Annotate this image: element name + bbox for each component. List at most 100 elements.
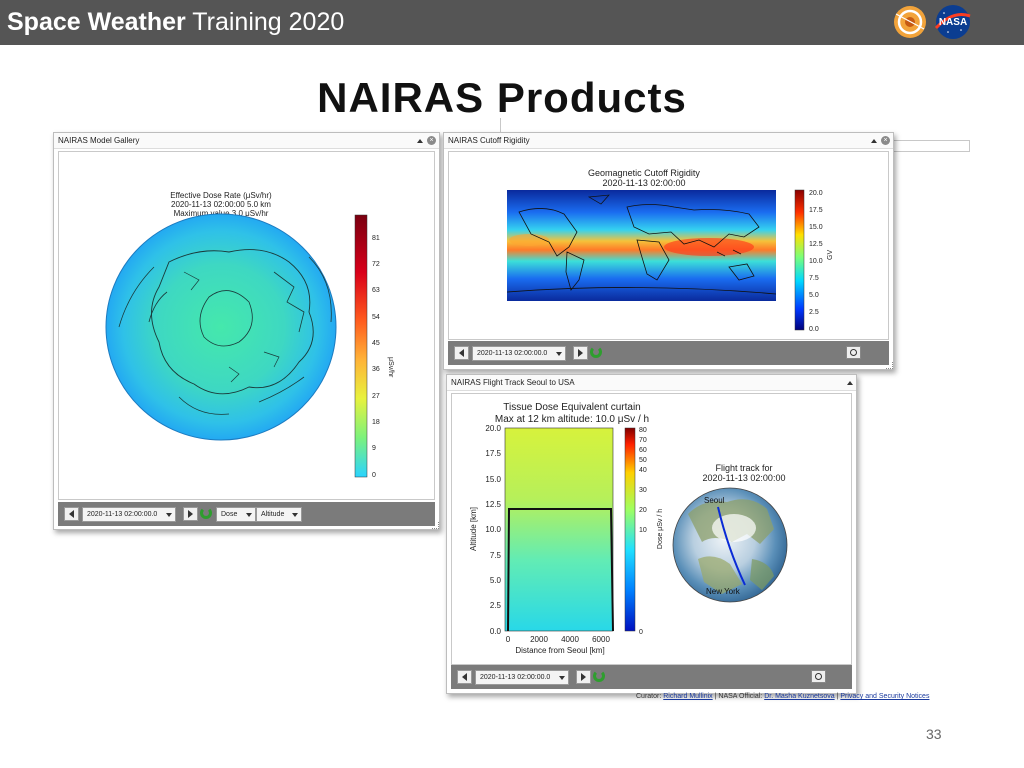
camera-icon[interactable] — [811, 670, 826, 683]
colorbar-tick-label: 9 — [372, 445, 376, 452]
refresh-icon[interactable] — [593, 670, 605, 682]
plot-title-line: Max at 12 km altitude: 10.0 μSv / h — [495, 414, 649, 425]
colorbar-tick-label: 7.5 — [809, 275, 819, 282]
resize-handle[interactable] — [886, 362, 893, 369]
background-divider — [969, 140, 970, 152]
colorbar-tick-label: 17.5 — [809, 207, 823, 214]
date-select[interactable]: 2020-11-13 02:00:00.0 — [475, 670, 569, 685]
plot-area: Effective Dose Rate (μSv/hr) 2020-11-13 … — [58, 151, 435, 500]
origin-city-label: Seoul — [704, 496, 725, 505]
y-tick-label: 15.0 — [485, 475, 501, 484]
window-controls: × — [417, 135, 436, 146]
prev-time-button[interactable] — [64, 507, 79, 521]
collapse-icon[interactable] — [417, 138, 423, 143]
window-title-bar[interactable]: NAIRAS Model Gallery — [54, 133, 439, 149]
x-tick-label: 2000 — [530, 635, 548, 644]
x-tick-label: 6000 — [592, 635, 610, 644]
colorbar-tick-label: 10.0 — [809, 258, 823, 265]
collapse-icon[interactable] — [871, 138, 877, 143]
colorbar-tick-label: 72 — [372, 261, 380, 268]
close-icon[interactable]: × — [881, 136, 890, 145]
next-time-button[interactable] — [573, 346, 588, 360]
altitude-select[interactable]: Altitude — [256, 507, 302, 522]
dose-select[interactable]: Dose — [216, 507, 256, 522]
ccmc-logo-icon — [894, 6, 926, 38]
curator-link[interactable]: Richard Mullinix — [663, 693, 712, 700]
plot-title-line: Effective Dose Rate (μSv/hr) — [170, 191, 272, 200]
dose-rate-plot: Effective Dose Rate (μSv/hr) 2020-11-13 … — [105, 191, 394, 479]
plot-title-line: 2020-11-13 02:00:00 5.0 km — [171, 200, 271, 209]
x-tick-label: 0 — [506, 635, 511, 644]
plot-title-line: Tissue Dose Equivalent curtain — [503, 402, 640, 413]
destination-city-label: New York — [706, 587, 741, 596]
window-title: NAIRAS Flight Track Seoul to USA — [451, 378, 575, 387]
window-title-bar[interactable]: NAIRAS Cutoff Rigidity — [444, 133, 893, 149]
next-time-button[interactable] — [576, 670, 591, 684]
colorbar-tick-label: 0 — [639, 629, 643, 636]
y-tick-label: 12.5 — [485, 500, 501, 509]
next-time-button[interactable] — [183, 507, 198, 521]
y-tick-label: 7.5 — [490, 551, 502, 560]
colorbar-tick-label: 20.0 — [809, 190, 823, 197]
x-tick-label: 4000 — [561, 635, 579, 644]
y-tick-label: 0.0 — [490, 627, 502, 636]
official-link[interactable]: Dr. Masha Kuznetsova — [764, 693, 834, 700]
camera-icon[interactable] — [846, 346, 861, 359]
window-title: NAIRAS Cutoff Rigidity — [448, 136, 530, 145]
footer-links: Curator: Richard Mullinix | NASA Officia… — [636, 693, 930, 700]
refresh-icon[interactable] — [590, 346, 602, 358]
world-map — [506, 190, 777, 301]
colorbar-tick-label: 2.5 — [809, 309, 819, 316]
background-divider — [500, 118, 501, 132]
colorbar-tick-label: 10 — [639, 527, 647, 534]
resize-handle[interactable] — [432, 522, 439, 529]
nasa-logo-text: NASA — [939, 17, 967, 28]
model-gallery-window[interactable]: NAIRAS Model Gallery × Effective Dose Ra… — [53, 132, 440, 530]
colorbar-tick-label: 18 — [372, 419, 380, 426]
flight-track-window[interactable]: NAIRAS Flight Track Seoul to USA Tissue … — [446, 374, 857, 694]
plot-area: Geomagnetic Cutoff Rigidity 2020-11-13 0… — [448, 151, 889, 340]
close-icon[interactable]: × — [427, 136, 436, 145]
presentation-title: Space Weather Training 2020 — [7, 8, 344, 37]
colorbar-tick-label: 50 — [639, 457, 647, 464]
colorbar-tick-label: 15.0 — [809, 224, 823, 231]
curator-label: Curator: — [636, 693, 662, 700]
background-divider — [893, 140, 970, 141]
y-tick-label: 17.5 — [485, 449, 501, 458]
colorbar-tick-label: 20 — [639, 507, 647, 514]
colorbar-tick-label: 27 — [372, 393, 380, 400]
refresh-icon[interactable] — [200, 507, 212, 519]
date-select[interactable]: 2020-11-13 02:00:00.0 — [472, 346, 566, 361]
x-axis-label: Distance from Seoul [km] — [515, 646, 604, 655]
control-bar: 2020-11-13 02:00:00.0 — [448, 341, 889, 365]
colorbar-tick-label: 0 — [372, 472, 376, 479]
globe-title-line: 2020-11-13 02:00:00 — [703, 473, 786, 483]
plot-title-line: Geomagnetic Cutoff Rigidity — [588, 168, 700, 178]
y-tick-label: 5.0 — [490, 576, 502, 585]
collapse-icon[interactable] — [847, 380, 853, 385]
window-title-bar[interactable]: NAIRAS Flight Track Seoul to USA — [447, 375, 856, 391]
control-bar: 2020-11-13 02:00:00.0 — [451, 665, 852, 689]
colorbar-label: Dose μSv / h — [657, 509, 664, 549]
colorbar — [624, 427, 636, 632]
prev-time-button[interactable] — [457, 670, 472, 684]
privacy-link[interactable]: Privacy and Security Notices — [840, 693, 929, 700]
page-number: 33 — [926, 726, 942, 742]
prev-time-button[interactable] — [454, 346, 469, 360]
colorbar — [354, 214, 368, 478]
window-controls — [847, 377, 853, 388]
colorbar-tick-label: 12.5 — [809, 241, 823, 248]
title-bold: Space Weather — [7, 8, 186, 36]
colorbar-label: GV — [827, 250, 834, 260]
nasa-logo-icon: NASA — [934, 5, 971, 39]
colorbar-tick-label: 80 — [639, 427, 647, 434]
date-select[interactable]: 2020-11-13 02:00:00.0 — [82, 507, 176, 522]
cutoff-rigidity-window[interactable]: NAIRAS Cutoff Rigidity × Geomagnetic Cut… — [443, 132, 894, 370]
y-tick-label: 20.0 — [485, 424, 501, 433]
slide-title: NAIRAS Products — [317, 74, 687, 121]
background-divider — [893, 151, 970, 152]
colorbar-tick-label: 54 — [372, 314, 380, 321]
colorbar-label: μSv/hr — [387, 357, 394, 378]
colorbar-tick-label: 5.0 — [809, 292, 819, 299]
cutoff-rigidity-plot: Geomagnetic Cutoff Rigidity 2020-11-13 0… — [506, 168, 834, 333]
